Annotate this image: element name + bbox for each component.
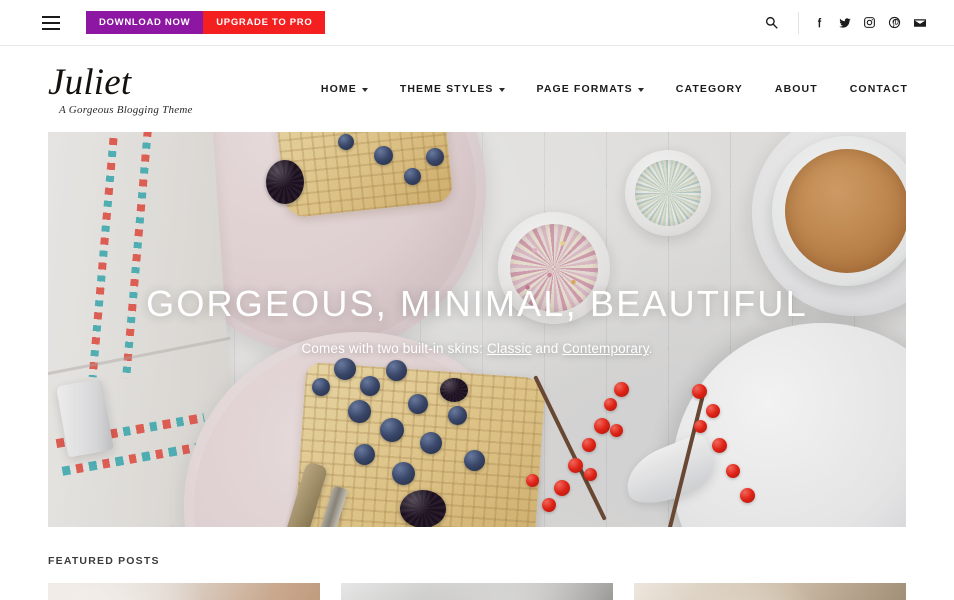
post-thumbnail-1: [48, 583, 320, 600]
instagram-link[interactable]: [857, 12, 882, 34]
nav-item-home[interactable]: HOME: [305, 73, 384, 105]
download-now-button[interactable]: DOWNLOAD NOW: [86, 10, 204, 35]
nav-item-page-formats[interactable]: PAGE FORMATS: [521, 73, 660, 105]
hero-link-contemporary[interactable]: Contemporary: [562, 341, 648, 356]
featured-post-card[interactable]: [634, 583, 906, 600]
pinterest-icon: [888, 16, 901, 29]
site-branding[interactable]: Juliet A Gorgeous Blogging Theme: [48, 62, 193, 116]
pinterest-link[interactable]: [882, 12, 907, 34]
hamburger-line: [42, 21, 60, 24]
topbar-button-group: DOWNLOAD NOW UPGRADE TO PRO: [86, 10, 326, 35]
hero-section: GORGEOUS, MINIMAL, BEAUTIFUL Comes with …: [0, 132, 954, 527]
hero-title: GORGEOUS, MINIMAL, BEAUTIFUL: [146, 283, 808, 324]
hero-subtitle: Comes with two built-in skins: Classic a…: [70, 341, 884, 356]
chevron-down-icon: [637, 87, 644, 92]
hero-subtitle-middle: and: [531, 341, 563, 357]
nav-label: THEME STYLES: [399, 83, 494, 95]
featured-post-card[interactable]: [341, 583, 613, 600]
nav-label: PAGE FORMATS: [536, 83, 633, 95]
search-icon: [765, 16, 778, 29]
nav-label: ABOUT: [774, 83, 818, 95]
hero-subtitle-prefix: Comes with two built-in skins:: [301, 341, 487, 357]
nav-item-theme-styles[interactable]: THEME STYLES: [384, 73, 521, 105]
search-toggle[interactable]: [755, 11, 799, 34]
nav-label: HOME: [320, 83, 357, 95]
email-icon: [913, 16, 927, 30]
featured-posts-heading: FEATURED POSTS: [48, 555, 160, 567]
post-thumbnail-2: [341, 583, 613, 600]
hamburger-line: [42, 27, 60, 30]
hero-slide[interactable]: GORGEOUS, MINIMAL, BEAUTIFUL Comes with …: [48, 132, 906, 527]
hero-link-classic[interactable]: Classic: [487, 341, 532, 356]
facebook-icon: [813, 16, 826, 29]
hero-text-block: GORGEOUS, MINIMAL, BEAUTIFUL Comes with …: [48, 283, 906, 356]
upgrade-to-pro-button[interactable]: UPGRADE TO PRO: [203, 10, 326, 35]
social-links: [799, 12, 932, 34]
top-bar: DOWNLOAD NOW UPGRADE TO PRO: [0, 0, 954, 46]
facebook-link[interactable]: [807, 12, 832, 34]
featured-posts-grid: [48, 583, 906, 600]
chevron-down-icon: [498, 87, 505, 92]
nav-label: CATEGORY: [675, 83, 743, 95]
nav-label: CONTACT: [849, 83, 908, 95]
nav-item-category[interactable]: CATEGORY: [660, 73, 759, 105]
hamburger-line: [42, 15, 60, 18]
chevron-down-icon: [361, 87, 368, 92]
primary-navigation: HOME THEME STYLES PAGE FORMATS CATEGORY …: [305, 73, 908, 105]
hamburger-menu-icon[interactable]: [42, 15, 60, 30]
hero-subtitle-suffix: .: [648, 341, 653, 357]
nav-item-about[interactable]: ABOUT: [759, 73, 834, 105]
topbar-right-group: [755, 0, 932, 45]
email-link[interactable]: [907, 12, 932, 34]
twitter-link[interactable]: [832, 12, 857, 34]
site-header: Juliet A Gorgeous Blogging Theme HOME TH…: [0, 46, 954, 132]
nav-item-contact[interactable]: CONTACT: [834, 73, 908, 105]
instagram-icon: [863, 16, 876, 29]
twitter-icon: [838, 16, 852, 30]
featured-posts-section: FEATURED POSTS: [0, 527, 954, 600]
post-thumbnail-3: [634, 583, 906, 600]
site-title: Juliet: [48, 62, 132, 104]
site-tagline: A Gorgeous Blogging Theme: [59, 103, 193, 116]
featured-post-card[interactable]: [48, 583, 320, 600]
